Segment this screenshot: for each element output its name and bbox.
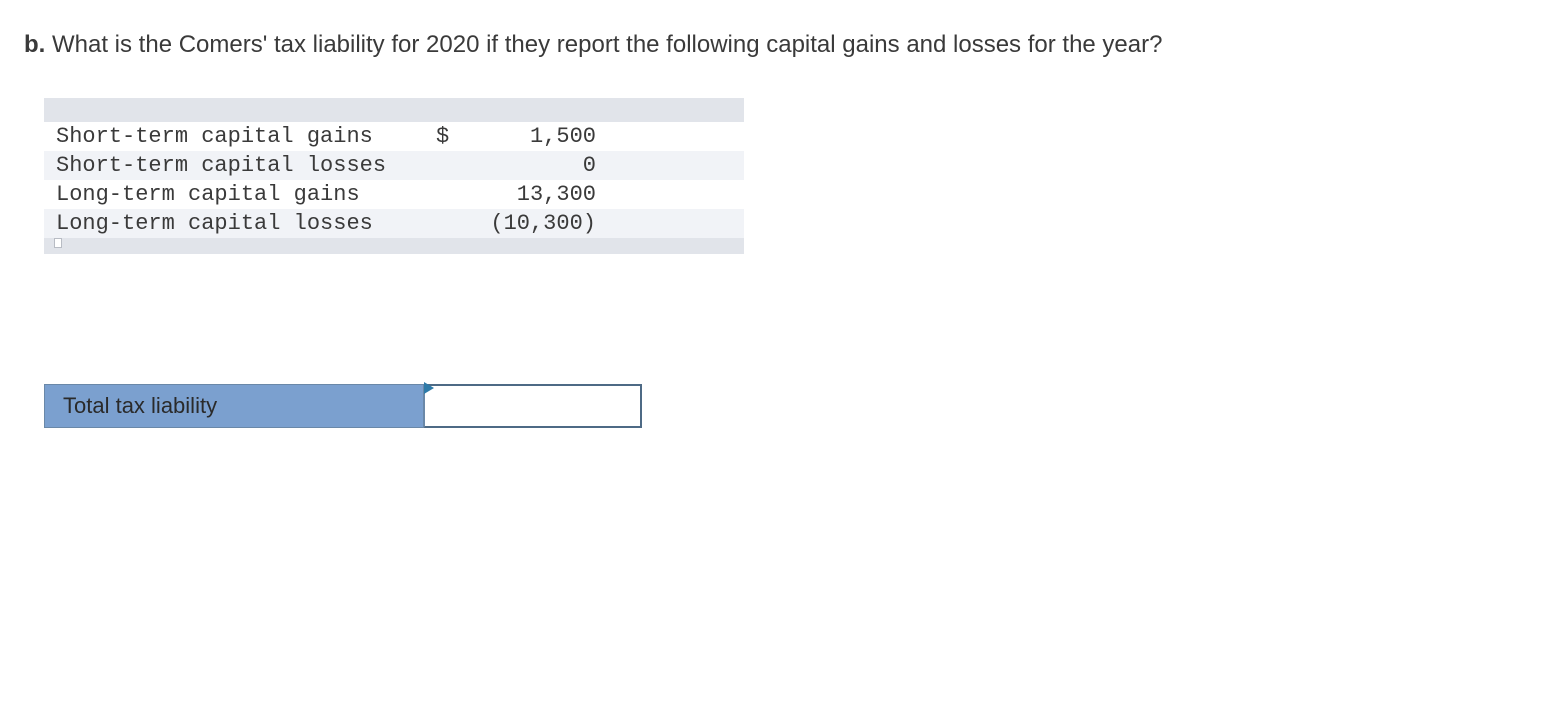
row-label: Short-term capital gains: [56, 124, 436, 149]
row-value: 0: [466, 153, 596, 178]
question-body: What is the Comers' tax liability for 20…: [52, 31, 1162, 58]
row-currency: [436, 211, 466, 236]
table-row: Long-term capital losses (10,300): [44, 209, 744, 238]
row-value: 13,300: [466, 182, 596, 207]
row-label: Long-term capital losses: [56, 211, 436, 236]
table-footer-bar: [44, 238, 744, 254]
total-tax-liability-input[interactable]: [425, 386, 640, 426]
question-text: b. What is the Comers' tax liability for…: [24, 28, 1540, 62]
row-value: (10,300): [466, 211, 596, 236]
row-currency: [436, 153, 466, 178]
data-table: Short-term capital gains $ 1,500 Short-t…: [44, 98, 744, 254]
table-row: Short-term capital gains $ 1,500: [44, 122, 744, 151]
row-currency: $: [436, 124, 466, 149]
table-header-bar: [44, 98, 744, 122]
question-label: b.: [24, 31, 45, 58]
table-row: Short-term capital losses 0: [44, 151, 744, 180]
row-label: Long-term capital gains: [56, 182, 436, 207]
answer-input-wrap: [424, 384, 642, 428]
table-row: Long-term capital gains 13,300: [44, 180, 744, 209]
answer-row: Total tax liability: [44, 384, 1540, 428]
row-value: 1,500: [466, 124, 596, 149]
row-label: Short-term capital losses: [56, 153, 436, 178]
answer-label: Total tax liability: [44, 384, 424, 428]
row-currency: [436, 182, 466, 207]
